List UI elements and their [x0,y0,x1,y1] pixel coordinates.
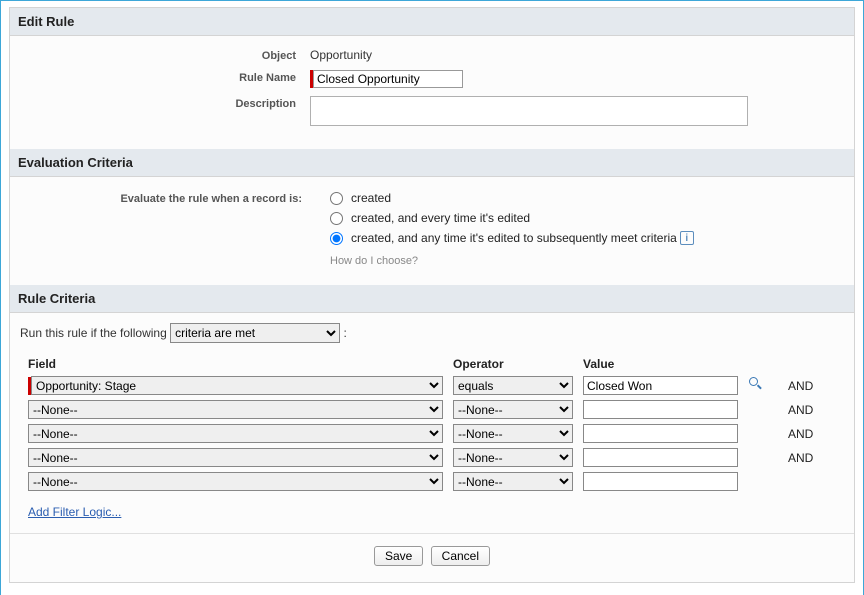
rule-criteria-header: Rule Criteria [10,285,854,313]
value-column-header: Value [583,357,738,371]
value-input-4[interactable] [583,472,738,491]
edit-rule-panel: Edit Rule Object Opportunity Rule Name D… [9,7,855,583]
field-column-header: Field [28,357,443,371]
cancel-button[interactable]: Cancel [431,546,490,566]
save-button[interactable]: Save [374,546,423,566]
field-select-3[interactable]: --None-- [28,448,443,467]
rule-name-input[interactable] [313,70,463,88]
operator-select-2[interactable]: --None-- [453,424,573,443]
value-input-0[interactable] [583,376,738,395]
and-label-2: AND [788,427,828,441]
value-input-1[interactable] [583,400,738,419]
eval-option-label-0: created [351,191,391,205]
criteria-mode-select[interactable]: criteria are met [170,323,340,343]
description-textarea[interactable] [310,96,748,126]
and-label-0: AND [788,379,828,393]
evaluate-label: Evaluate the rule when a record is: [20,191,330,205]
eval-radio-0[interactable] [330,192,343,205]
how-do-i-choose-link[interactable]: How do I choose? [330,255,418,267]
object-label: Object [20,48,310,62]
run-rule-text: Run this rule if the following [20,326,167,340]
info-icon[interactable]: i [680,231,694,245]
description-label: Description [20,96,310,110]
eval-option-label-2: created, and any time it's edited to sub… [351,231,677,245]
operator-column-header: Operator [453,357,573,371]
operator-select-0[interactable]: equals [453,376,573,395]
eval-option-label-1: created, and every time it's edited [351,211,530,225]
value-input-3[interactable] [583,448,738,467]
field-select-0[interactable]: Opportunity: Stage [31,376,443,395]
lookup-icon[interactable] [748,376,764,392]
eval-radio-2[interactable] [330,232,343,245]
eval-radio-1[interactable] [330,212,343,225]
object-value: Opportunity [310,48,844,62]
field-select-4[interactable]: --None-- [28,472,443,491]
evaluation-criteria-header: Evaluation Criteria [10,149,854,177]
edit-rule-header: Edit Rule [10,8,854,36]
operator-select-1[interactable]: --None-- [453,400,573,419]
field-select-1[interactable]: --None-- [28,400,443,419]
operator-select-3[interactable]: --None-- [453,448,573,467]
and-label-3: AND [788,451,828,465]
rule-name-label: Rule Name [20,70,310,84]
value-input-2[interactable] [583,424,738,443]
add-filter-logic-link[interactable]: Add Filter Logic... [28,505,121,519]
colon-text: : [343,326,346,340]
operator-select-4[interactable]: --None-- [453,472,573,491]
and-label-1: AND [788,403,828,417]
field-select-2[interactable]: --None-- [28,424,443,443]
